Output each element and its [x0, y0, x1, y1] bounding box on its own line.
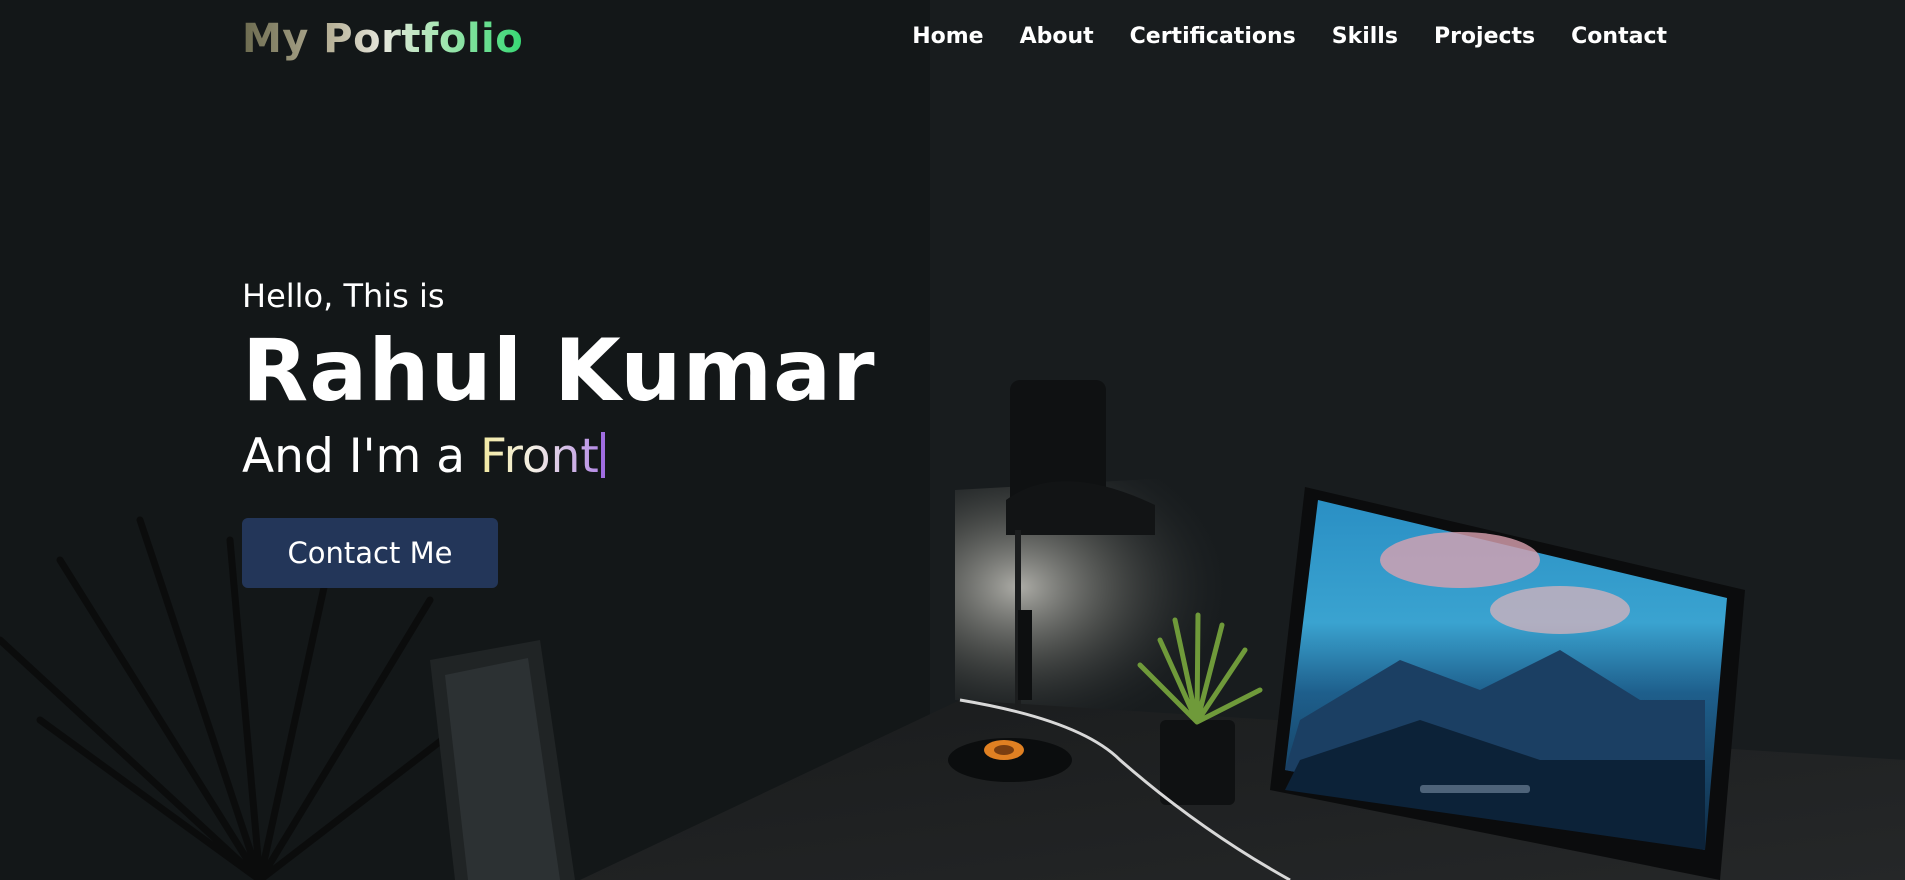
- nav-item-home: Home: [912, 24, 983, 49]
- nav-link-certifications[interactable]: Certifications: [1130, 24, 1296, 49]
- nav-link-contact[interactable]: Contact: [1571, 24, 1667, 49]
- nav-link-projects[interactable]: Projects: [1434, 24, 1535, 49]
- tagline-prefix: And I'm a: [242, 429, 480, 484]
- nav-link-skills[interactable]: Skills: [1332, 24, 1398, 49]
- contact-me-button[interactable]: Contact Me: [242, 518, 498, 588]
- typed-role-text: Front: [479, 429, 599, 484]
- nav-item-certifications: Certifications: [1130, 24, 1296, 49]
- nav-link-about[interactable]: About: [1020, 24, 1094, 49]
- typing-cursor: [600, 432, 605, 478]
- nav-item-projects: Projects: [1434, 24, 1535, 49]
- hero-tagline: And I'm a Front: [242, 422, 876, 492]
- hero-name: Rahul Kumar: [242, 321, 876, 421]
- hero-greeting: Hello, This is: [242, 277, 445, 315]
- nav-menu: Home About Certifications Skills Project…: [912, 24, 1667, 49]
- nav-link-home[interactable]: Home: [912, 24, 983, 49]
- navbar: My Portfolio Home About Certifications S…: [0, 0, 1905, 80]
- hero-section: Hello, This is Rahul Kumar And I'm a Fro…: [242, 272, 876, 492]
- nav-item-about: About: [1020, 24, 1094, 49]
- nav-item-skills: Skills: [1332, 24, 1398, 49]
- site-logo[interactable]: My Portfolio: [242, 16, 523, 62]
- nav-item-contact: Contact: [1571, 24, 1667, 49]
